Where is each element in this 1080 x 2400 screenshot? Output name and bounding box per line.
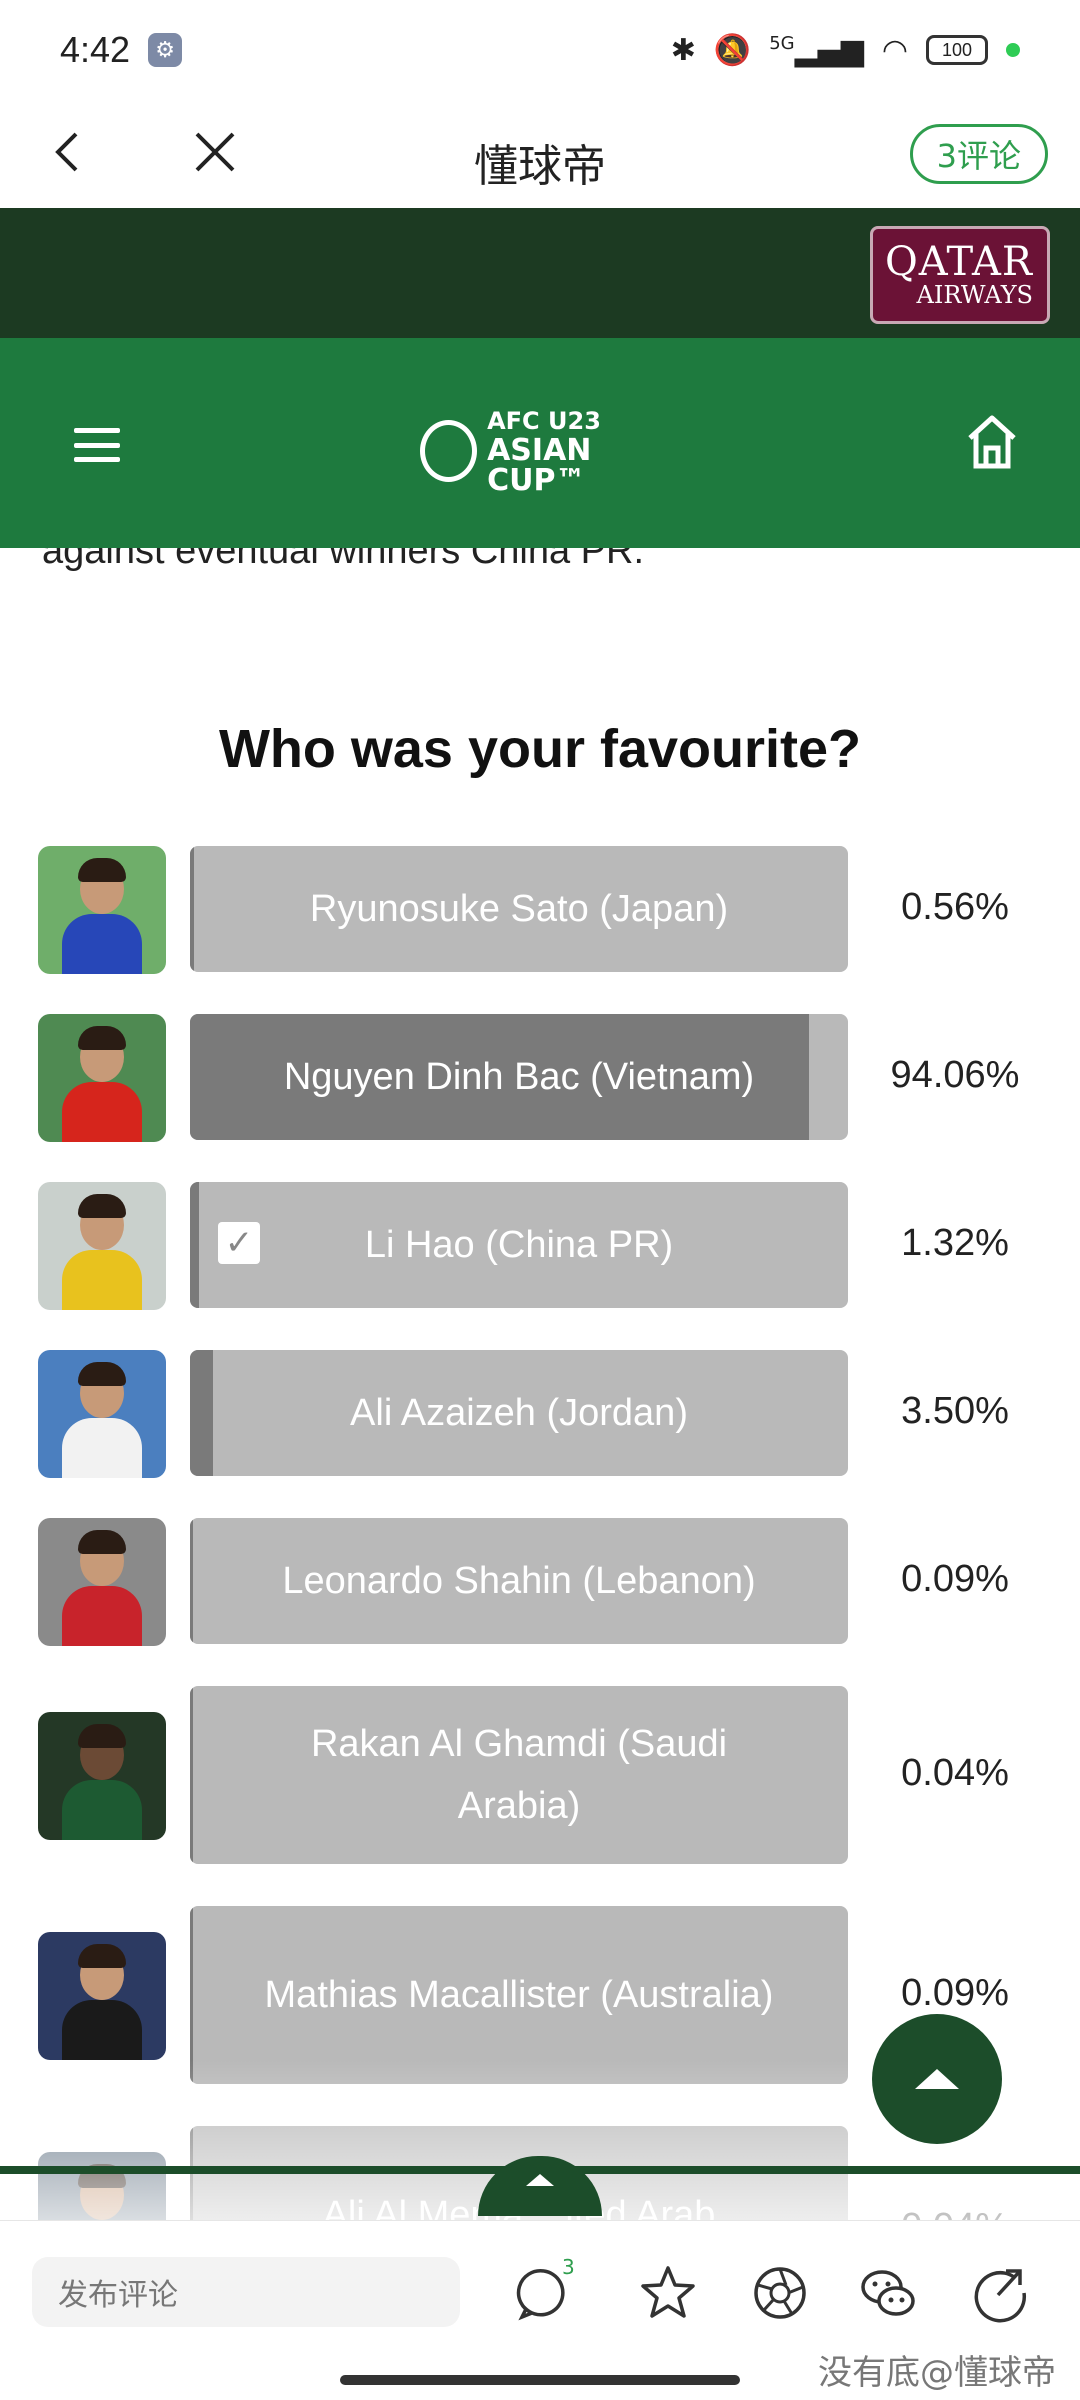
- status-bar: 4:42 ⚙ ✱ 🔕 5G▂▄▆ ◠ 100: [0, 0, 1080, 100]
- poll-option-row: Ali Azaizeh (Jordan) 3.50%: [0, 1350, 1080, 1478]
- poll-option-label: Rakan Al Ghamdi (Saudi Arabia): [310, 1723, 728, 1827]
- afc-u23-asian-cup-logo[interactable]: AFC U23 ASIAN CUP™: [420, 407, 680, 496]
- poll-option-row: Rakan Al Ghamdi (Saudi Arabia) 0.04%: [0, 1686, 1080, 1864]
- poll-option-button[interactable]: Mathias Macallister (Australia): [190, 1906, 848, 2084]
- comment-input[interactable]: 发布评论: [32, 2257, 460, 2327]
- star-favorite-icon[interactable]: [638, 2263, 698, 2323]
- poll-option-label: Ryunosuke Sato (Japan): [309, 888, 729, 930]
- poll-option-label: Ali Azaizeh (Jordan): [350, 1392, 688, 1434]
- watermark-text: 没有底@懂球帝: [818, 2353, 1056, 2393]
- poll-option-row: ✓ Li Hao (China PR) 1.32%: [0, 1182, 1080, 1310]
- status-icons: ✱ 🔕 5G▂▄▆ ◠ 100: [671, 33, 1020, 68]
- sponsor-band: QATAR AIRWAYS: [0, 208, 1080, 338]
- up-arrow-icon: [915, 2069, 959, 2089]
- signal-icon: 5G▂▄▆: [769, 32, 864, 68]
- hamburger-menu-icon[interactable]: [74, 428, 120, 462]
- mute-bell-icon: 🔕: [713, 32, 752, 68]
- poll-option-button[interactable]: ✓ Li Hao (China PR): [190, 1182, 848, 1308]
- poll-option-row: Nguyen Dinh Bac (Vietnam) 94.06%: [0, 1014, 1080, 1142]
- share-icon[interactable]: [970, 2263, 1030, 2323]
- poll-option-label: Li Hao (China PR): [364, 1224, 674, 1266]
- poll-option-label: Leonardo Shahin (Lebanon): [282, 1560, 756, 1602]
- site-header-overlay: AFC U23 ASIAN CUP™: [0, 338, 1080, 548]
- player-avatar: [38, 1712, 166, 1840]
- home-icon[interactable]: [966, 414, 1018, 470]
- player-avatar: [38, 1182, 166, 1310]
- up-caret-icon: [526, 2174, 554, 2186]
- scroll-to-top-button[interactable]: [872, 2014, 1002, 2144]
- player-avatar: [38, 1932, 166, 2060]
- wechat-icon[interactable]: [858, 2263, 918, 2323]
- home-indicator[interactable]: [340, 2375, 740, 2385]
- notification-app-icon: ⚙: [148, 33, 183, 67]
- comment-count-badge: 3: [562, 2255, 575, 2279]
- poll-option-button[interactable]: Leonardo Shahin (Lebanon): [190, 1518, 848, 1644]
- poll-option-percent: 1.32%: [901, 1222, 1009, 1264]
- poll-option-button[interactable]: Rakan Al Ghamdi (Saudi Arabia): [190, 1686, 848, 1864]
- app-nav-bar: 懂球帝 3评论: [0, 100, 1080, 208]
- poll-option-label: Mathias Macallister (Australia): [264, 1974, 774, 2016]
- poll-option-percent: 94.06%: [890, 1054, 1020, 1096]
- bottom-action-bar: 发布评论 3 没有底@懂球帝: [0, 2220, 1080, 2400]
- battery-icon: 100: [926, 35, 988, 65]
- moments-share-icon[interactable]: [750, 2263, 810, 2323]
- poll-option-percent: 0.09%: [901, 1558, 1009, 1600]
- bluetooth-icon: ✱: [670, 32, 696, 68]
- logo-text-line2: ASIAN CUP™: [487, 433, 592, 498]
- poll-option-button[interactable]: Ali Azaizeh (Jordan): [190, 1350, 848, 1476]
- poll-option-percent: 0.09%: [901, 1972, 1009, 2014]
- poll-title: Who was your favourite?: [218, 719, 862, 779]
- comments-count-button[interactable]: 3评论: [909, 124, 1048, 184]
- poll-option-row: Ryunosuke Sato (Japan) 0.56%: [0, 846, 1080, 974]
- poll-option-row: Leonardo Shahin (Lebanon) 0.09%: [0, 1518, 1080, 1646]
- player-avatar: [38, 1518, 166, 1646]
- poll-option-button[interactable]: Nguyen Dinh Bac (Vietnam): [190, 1014, 848, 1140]
- poll-option-percent: 0.56%: [901, 886, 1009, 928]
- privacy-indicator-icon: [1006, 43, 1020, 57]
- player-avatar: [38, 846, 166, 974]
- poll-option-percent: 3.50%: [901, 1390, 1009, 1432]
- logo-text-line1: AFC U23: [487, 407, 601, 435]
- poll-option-button[interactable]: Ryunosuke Sato (Japan): [190, 846, 848, 972]
- wifi-icon: ◠: [881, 32, 908, 68]
- sponsor-logo-line1: QATAR: [885, 239, 1033, 285]
- player-avatar: [38, 1014, 166, 1142]
- selected-checkbox-icon[interactable]: ✓: [218, 1222, 260, 1264]
- sponsor-logo-line2: AIRWAYS: [916, 281, 1033, 309]
- poll-option-percent: 0.04%: [901, 1752, 1009, 1794]
- poll-option-label: Nguyen Dinh Bac (Vietnam): [283, 1056, 755, 1098]
- player-avatar: [38, 1350, 166, 1478]
- qatar-airways-logo[interactable]: QATAR AIRWAYS: [870, 226, 1050, 324]
- status-time: 4:42: [60, 29, 131, 70]
- trophy-emblem-icon: [420, 420, 478, 482]
